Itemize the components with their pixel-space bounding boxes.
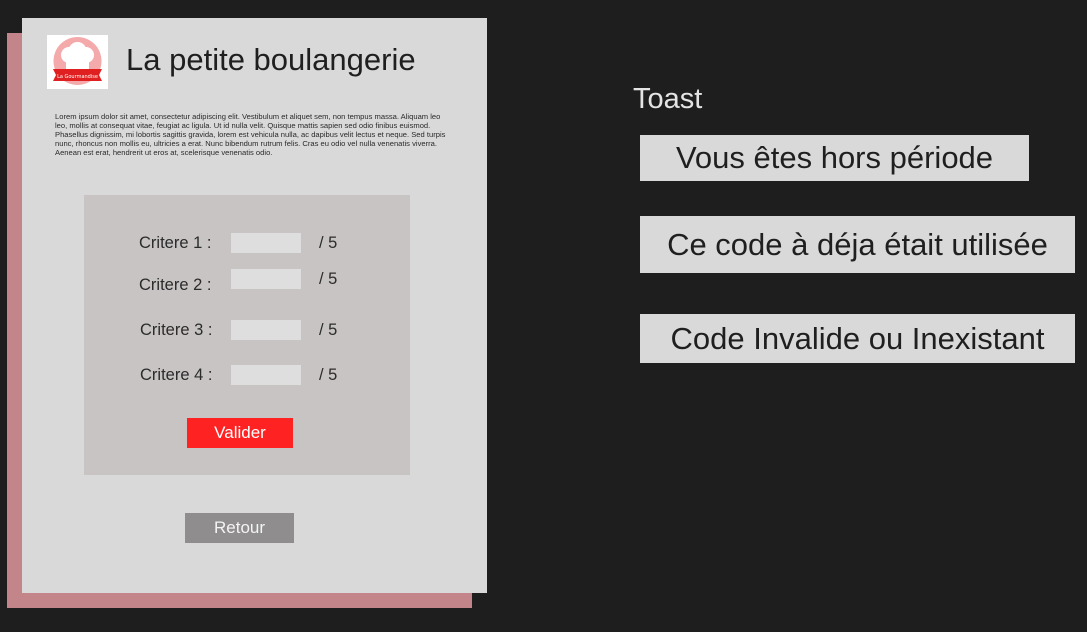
criteria-row: Critere 4 : / 5 [84, 364, 410, 386]
criteria-row: Critere 2 : / 5 [84, 268, 410, 294]
toast-code-already-used: Ce code à déja était utilisée [640, 216, 1075, 273]
svg-text:La Gourmandise: La Gourmandise [57, 74, 98, 80]
page-title: La petite boulangerie [126, 42, 416, 77]
criteria-label: Critere 4 : [140, 366, 213, 384]
criteria-max: / 5 [319, 234, 338, 252]
description-text: Lorem ipsum dolor sit amet, consectetur … [55, 112, 446, 157]
criteria-2-input[interactable] [231, 269, 301, 289]
criteria-label: Critere 2 : [139, 276, 212, 294]
criteria-4-input[interactable] [231, 365, 301, 385]
chef-hat-icon: La Gourmandise [53, 37, 102, 85]
criteria-3-input[interactable] [231, 320, 301, 340]
validate-button[interactable]: Valider [187, 418, 293, 448]
toast-section-heading: Toast [633, 83, 703, 115]
toast-invalid-code: Code Invalide ou Inexistant [640, 314, 1075, 363]
criteria-max: / 5 [319, 321, 338, 339]
criteria-row: Critere 1 : / 5 [84, 232, 410, 254]
criteria-label: Critere 1 : [139, 234, 212, 252]
criteria-1-input[interactable] [231, 233, 301, 253]
rating-card: La Gourmandise La petite boulangerie Lor… [22, 18, 487, 593]
back-button[interactable]: Retour [185, 513, 294, 543]
toast-out-of-period: Vous êtes hors période [640, 135, 1029, 181]
criteria-label: Critere 3 : [140, 321, 213, 339]
criteria-max: / 5 [319, 270, 338, 288]
criteria-max: / 5 [319, 366, 338, 384]
criteria-form: Critere 1 : / 5 Critere 2 : / 5 Critere … [84, 195, 410, 475]
bakery-logo: La Gourmandise [47, 35, 108, 89]
criteria-row: Critere 3 : / 5 [84, 319, 410, 341]
